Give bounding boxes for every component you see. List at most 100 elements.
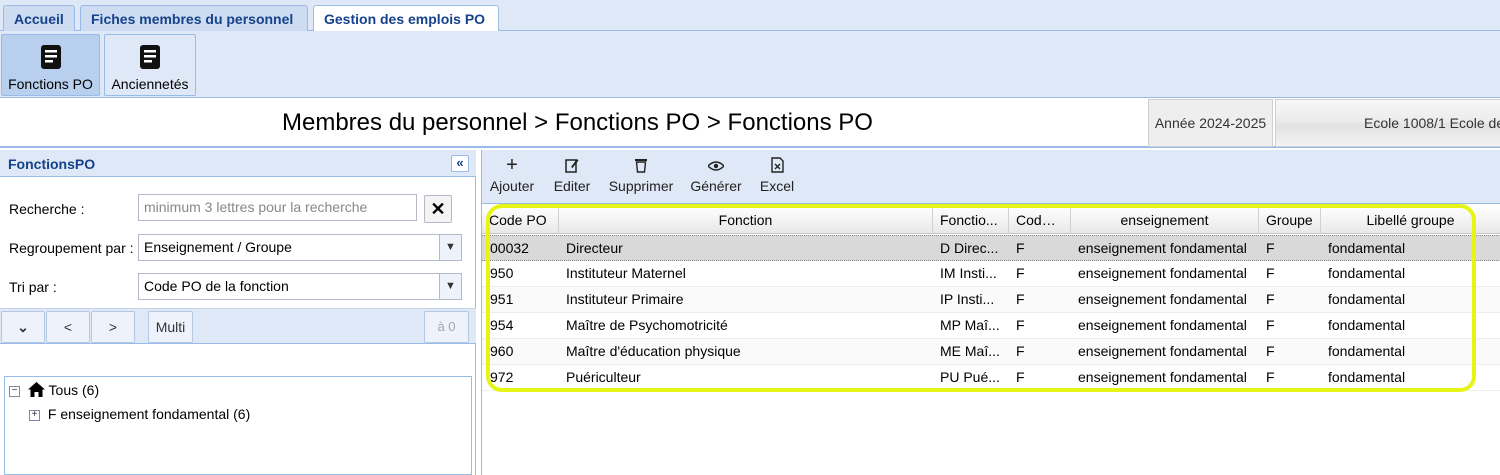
tri-select[interactable]: Code PO de la fonction ▼: [138, 273, 462, 300]
cell-code-po: 00032: [490, 240, 529, 256]
cell-fonction-code: D Direc...: [940, 240, 999, 256]
chevron-down-icon[interactable]: ▼: [439, 235, 461, 260]
generer-button[interactable]: Générer: [690, 152, 742, 202]
excel-icon: [758, 152, 796, 178]
grid-header: Code PO Fonction Fonctio... Code ... ens…: [482, 206, 1500, 234]
cell-enseignement: enseignement fondamental: [1078, 265, 1247, 281]
next-button[interactable]: >: [91, 311, 135, 343]
cell-code: F: [1016, 265, 1025, 281]
right-panel: + Ajouter Editer Supprimer Générer Excel…: [481, 150, 1500, 475]
cell-fonction-code: IM Insti...: [940, 265, 997, 281]
chevron-down-icon[interactable]: ▼: [439, 274, 461, 299]
cell-fonction: Instituteur Maternel: [566, 265, 686, 281]
multi-button[interactable]: Multi: [148, 311, 193, 343]
table-row[interactable]: 951 Instituteur Primaire IP Insti... F e…: [482, 287, 1500, 313]
cell-code: F: [1016, 343, 1025, 359]
table-row[interactable]: 960 Maître d'éducation physique ME Maî..…: [482, 339, 1500, 365]
cell-groupe: F: [1266, 317, 1275, 333]
cell-fonction-code: MP Maî...: [940, 317, 1000, 333]
cell-fonction-code: IP Insti...: [940, 291, 995, 307]
table-row[interactable]: 972 Puériculteur PU Pué... F enseignemen…: [482, 365, 1500, 391]
column-header-fonction[interactable]: Fonction: [559, 206, 933, 234]
cell-enseignement: enseignement fondamental: [1078, 343, 1247, 359]
ajouter-button[interactable]: + Ajouter: [488, 152, 536, 202]
cell-fonction-code: PU Pué...: [940, 369, 1000, 385]
table-row[interactable]: 954 Maître de Psychomotricité MP Maî... …: [482, 313, 1500, 339]
cell-libelle-groupe: fondamental: [1328, 343, 1406, 359]
document-icon: [140, 45, 160, 69]
tab-accueil[interactable]: Accueil: [3, 5, 75, 31]
table-row[interactable]: 950 Instituteur Maternel IM Insti... F e…: [482, 261, 1500, 287]
trash-icon: [608, 152, 674, 178]
search-input[interactable]: minimum 3 lettres pour la recherche: [138, 194, 417, 221]
document-icon: [40, 45, 61, 69]
cell-fonction: Maître de Psychomotricité: [566, 317, 728, 333]
cell-code-po: 954: [490, 317, 514, 333]
cell-libelle-groupe: fondamental: [1328, 317, 1406, 333]
cell-groupe: F: [1266, 369, 1275, 385]
plus-icon: +: [506, 154, 518, 176]
double-chevron-left-icon: «: [456, 155, 464, 170]
column-header-libelle-groupe[interactable]: Libellé groupe: [1321, 206, 1500, 234]
cell-libelle-groupe: fondamental: [1328, 369, 1406, 385]
column-header-code[interactable]: Code ...: [1009, 206, 1071, 234]
anciennetes-button[interactable]: Anciennetés: [104, 34, 196, 96]
cell-libelle-groupe: fondamental: [1328, 265, 1406, 281]
cell-enseignement: enseignement fondamental: [1078, 369, 1247, 385]
panel-title: FonctionsPO: [8, 156, 96, 172]
table-row[interactable]: 00032 Directeur D Direc... F enseignemen…: [482, 235, 1500, 261]
excel-button[interactable]: Excel: [758, 152, 796, 202]
cell-groupe: F: [1266, 291, 1275, 307]
fonctions-po-button[interactable]: Fonctions PO: [1, 34, 100, 96]
regroupement-label: Regroupement par :: [9, 240, 134, 256]
collapse-toggle-icon[interactable]: −: [9, 385, 20, 397]
cell-enseignement: enseignement fondamental: [1078, 240, 1247, 256]
cell-fonction: Maître d'éducation physique: [566, 343, 741, 359]
expand-toggle-icon[interactable]: +: [29, 409, 40, 421]
cell-enseignement: enseignement fondamental: [1078, 291, 1247, 307]
tab-gestion-emplois[interactable]: Gestion des emplois PO: [313, 5, 499, 32]
recherche-label: Recherche :: [9, 201, 85, 217]
collapse-panel-button[interactable]: «: [451, 155, 469, 172]
cell-code-po: 960: [490, 343, 514, 359]
column-header-enseignement[interactable]: enseignement: [1071, 206, 1259, 234]
cell-code: F: [1016, 317, 1025, 333]
ajouter-label: Ajouter: [489, 178, 535, 194]
cell-groupe: F: [1266, 265, 1275, 281]
breadcrumb-bar: Membres du personnel > Fonctions PO > Fo…: [0, 99, 1500, 148]
fonctions-po-label: Fonctions PO: [8, 76, 93, 92]
reset-to-zero-button[interactable]: à 0: [424, 311, 469, 343]
ecole-selector[interactable]: Ecole 1008/1 Ecole de: [1275, 99, 1500, 147]
previous-button[interactable]: <: [46, 311, 90, 343]
column-header-fonction-code[interactable]: Fonctio...: [933, 206, 1009, 234]
supprimer-button[interactable]: Supprimer: [608, 152, 674, 202]
generer-label: Générer: [690, 178, 742, 194]
cell-fonction-code: ME Maî...: [940, 343, 1000, 359]
cell-groupe: F: [1266, 240, 1275, 256]
clear-search-button[interactable]: ✕: [424, 195, 452, 223]
grid-toolbar: + Ajouter Editer Supprimer Générer Excel: [482, 150, 1500, 204]
navigation-bar: ⌄ < > Multi à 0: [0, 308, 476, 344]
close-icon: ✕: [430, 199, 446, 219]
excel-label: Excel: [759, 178, 795, 194]
breadcrumb: Membres du personnel > Fonctions PO > Fo…: [282, 109, 873, 136]
left-panel: FonctionsPO « Recherche : minimum 3 lett…: [0, 150, 476, 475]
tree-node-label: F enseignement fondamental (6): [47, 406, 251, 422]
tab-fiches-membres[interactable]: Fiches membres du personnel: [80, 5, 308, 31]
column-header-code-po[interactable]: Code PO: [482, 206, 559, 234]
expand-button[interactable]: ⌄: [1, 311, 45, 343]
left-panel-header: FonctionsPO «: [0, 150, 476, 177]
cell-code: F: [1016, 240, 1025, 256]
column-header-groupe[interactable]: Groupe: [1259, 206, 1321, 234]
cell-code: F: [1016, 369, 1025, 385]
cell-enseignement: enseignement fondamental: [1078, 317, 1247, 333]
tree-node-enseignement-fondamental[interactable]: + F enseignement fondamental (6): [29, 403, 250, 425]
editer-button[interactable]: Editer: [552, 152, 592, 202]
cell-libelle-groupe: fondamental: [1328, 291, 1406, 307]
regroupement-select[interactable]: Enseignement / Groupe ▼: [138, 234, 462, 261]
eye-icon: [690, 152, 742, 178]
chevron-down-icon: ⌄: [17, 319, 29, 335]
tab-bar: Accueil Fiches membres du personnel Gest…: [0, 0, 1500, 32]
tree-node-tous[interactable]: − Tous (6): [9, 379, 99, 401]
annee-selector[interactable]: Année 2024-2025: [1148, 99, 1273, 147]
